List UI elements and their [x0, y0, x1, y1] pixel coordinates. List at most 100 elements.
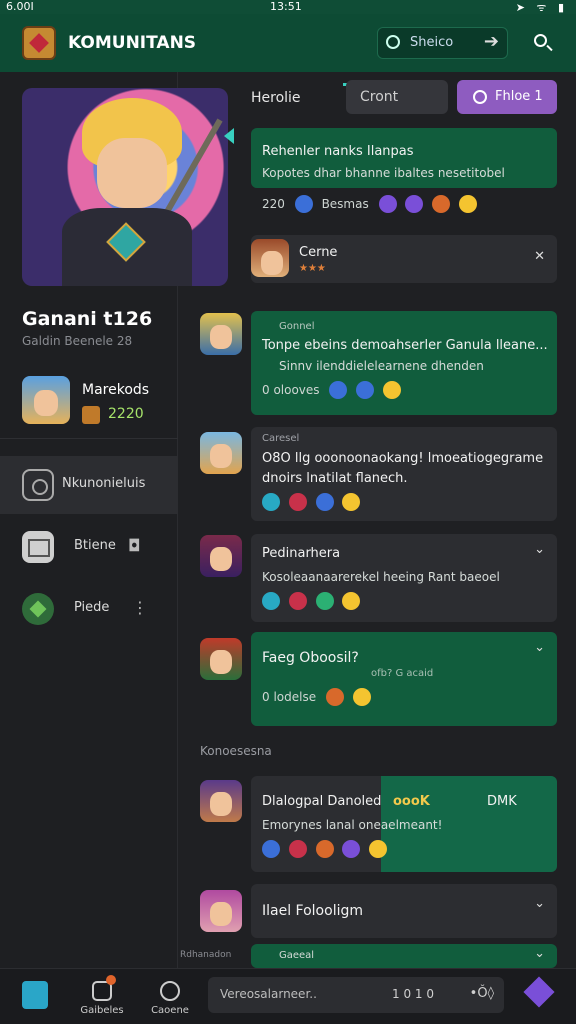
- tab-chests[interactable]: Gaibeles: [72, 975, 132, 1016]
- message-subtext: Sinnv ilenddielelearnene dhenden: [279, 359, 484, 373]
- gem-reaction-icon[interactable]: [378, 195, 397, 213]
- message-card[interactable]: Caresel O8O llg ooonoonaokang! lmoeatiog…: [251, 427, 557, 521]
- sidebar-item-inventory[interactable]: Btiene ◘: [0, 518, 178, 576]
- author-avatar[interactable]: [200, 313, 242, 355]
- message-card[interactable]: Gonnel Tonpe ebeins demoahserler Ganula …: [251, 311, 557, 415]
- notification-badge: [106, 975, 116, 985]
- message-card-partial[interactable]: Gaeeal ⌄: [251, 944, 557, 968]
- laugh-emoji-icon[interactable]: [383, 381, 402, 399]
- composer-counter: 1 0 1 0: [392, 987, 434, 1001]
- more-vertical-icon[interactable]: ⋮: [132, 598, 148, 617]
- fire-reaction-icon[interactable]: [432, 195, 451, 213]
- sidebar-item-label: Piede: [74, 600, 110, 615]
- author-avatar[interactable]: [200, 638, 242, 680]
- reaction-count: 0 lodelse: [262, 690, 317, 704]
- author-avatar[interactable]: [200, 780, 242, 822]
- circle-icon: [160, 981, 180, 1001]
- green-gem-icon: [22, 593, 54, 625]
- chest-icon: [22, 531, 54, 563]
- close-icon[interactable]: ✕: [534, 249, 545, 264]
- filter-icon: [473, 90, 487, 104]
- fire-reaction-icon[interactable]: [325, 688, 344, 706]
- sidebar-item-label: Nkunonieluis: [62, 476, 146, 491]
- gem-reaction-icon[interactable]: [342, 840, 361, 858]
- message-meta: ofb? G acaid: [371, 668, 434, 679]
- chevron-down-icon[interactable]: ⌄: [534, 640, 545, 655]
- section-label: Konoesesna: [200, 744, 272, 758]
- fire-reaction-icon[interactable]: [315, 840, 334, 858]
- heart-reaction-icon[interactable]: [288, 840, 307, 858]
- chevron-down-icon[interactable]: ⌄: [534, 542, 545, 557]
- hero-card[interactable]: Cerne ★★★ ✕: [251, 235, 557, 283]
- reaction-row[interactable]: 0 lodelse: [262, 688, 376, 706]
- message-author: Caresel: [262, 433, 300, 444]
- gem-reaction-icon[interactable]: [315, 493, 334, 511]
- leaf-reaction-icon[interactable]: [315, 592, 334, 610]
- message-title: Dlalogpal Danoled: [262, 794, 382, 809]
- laugh-emoji-icon[interactable]: [459, 195, 478, 213]
- laugh-emoji-icon[interactable]: [369, 840, 388, 858]
- message-card[interactable]: Ilael Folooligm ⌄: [251, 884, 557, 938]
- search-field-text: Sheico: [410, 35, 454, 50]
- laugh-emoji-icon[interactable]: [342, 493, 361, 511]
- message-text-cont: dnoirs lnatilat flanech.: [262, 471, 408, 486]
- chevron-down-icon[interactable]: ⌄: [534, 896, 545, 911]
- reaction-row[interactable]: [262, 592, 365, 610]
- filter-button[interactable]: Fhloe 1: [457, 80, 557, 114]
- home-icon[interactable]: [22, 981, 48, 1009]
- reaction-row[interactable]: 220 Besmas: [262, 195, 482, 213]
- laugh-emoji-icon[interactable]: [352, 688, 371, 706]
- arrow-right-icon[interactable]: ➔: [484, 31, 499, 52]
- laugh-emoji-icon[interactable]: [342, 592, 361, 610]
- orb-reaction-icon[interactable]: [262, 592, 280, 610]
- message-author: Gaeeal: [279, 950, 315, 961]
- gem-reaction-icon[interactable]: [329, 381, 348, 399]
- reaction-row[interactable]: [262, 493, 365, 511]
- gem-reaction-icon[interactable]: [405, 195, 424, 213]
- message-composer[interactable]: Vereosalarneer.. 1 0 1 0 •Ǒ◊: [208, 977, 504, 1013]
- author-avatar[interactable]: [200, 890, 242, 932]
- friend-avatar[interactable]: [22, 376, 70, 424]
- message-card[interactable]: Pedinarhera Kosoleaanaarerekel heeing Ra…: [251, 534, 557, 622]
- reaction-row[interactable]: 0 olooves: [262, 381, 406, 399]
- gem-shop-icon[interactable]: [523, 976, 555, 1008]
- gem-reaction-icon[interactable]: [356, 381, 375, 399]
- reaction-row[interactable]: [262, 840, 392, 858]
- message-title: Faeg Oboosil?: [262, 650, 359, 666]
- author-avatar[interactable]: [200, 535, 242, 577]
- app-logo-icon: [22, 26, 56, 60]
- rank-badge-icon: [82, 406, 100, 424]
- community-search-field[interactable]: Sheico ➔: [377, 27, 508, 59]
- gem-reaction-icon[interactable]: [262, 840, 280, 858]
- friend-name: Marekods: [82, 382, 150, 398]
- section-heroes-label: Herolie: [251, 90, 301, 106]
- heart-reaction-icon[interactable]: [288, 592, 307, 610]
- author-avatar[interactable]: [200, 432, 242, 474]
- message-highlight: oooK: [393, 794, 430, 809]
- user-name: Ganani t126: [22, 308, 153, 330]
- sidebar-item-profile[interactable]: Piede ⋮: [0, 580, 178, 638]
- tab-create[interactable]: Caoene: [140, 975, 200, 1016]
- heart-reaction-icon[interactable]: [294, 195, 313, 213]
- friend-score: 2220: [108, 406, 144, 422]
- sidebar-item-community[interactable]: Nkunonieluis: [0, 456, 178, 514]
- message-card[interactable]: Rehenler nanks Ilanpas Kopotes dhar bhan…: [251, 128, 557, 188]
- status-left: 6.00I: [6, 0, 34, 13]
- reaction-label: Besmas: [321, 197, 369, 211]
- top-bar: KOMUNITANS Sheico ➔: [0, 14, 576, 86]
- heart-reaction-icon[interactable]: [288, 493, 307, 511]
- chevron-down-icon[interactable]: ⌄: [534, 946, 545, 961]
- message-card[interactable]: Faeg Oboosil? ofb? G acaid ⌄ 0 lodelse: [251, 632, 557, 726]
- create-button-label: Cront: [360, 89, 399, 105]
- message-text: Tonpe ebeins demoahserler Ganula lleane.…: [262, 338, 548, 353]
- message-text: Kosoleaanaarerekel heeing Rant baeoel: [262, 570, 500, 584]
- composer-options-icon[interactable]: •Ǒ◊: [470, 986, 494, 1001]
- message-card[interactable]: Dlalogpal Danoled oooK DMK Emorynes lana…: [251, 776, 557, 872]
- create-button[interactable]: Cront: [346, 80, 448, 114]
- orb-reaction-icon[interactable]: [262, 493, 280, 511]
- tab-label: Caoene: [151, 1005, 189, 1016]
- filter-button-label: Fhloe 1: [495, 89, 543, 104]
- hero-avatar-image[interactable]: [22, 88, 228, 286]
- message-author: Gonnel: [279, 321, 315, 332]
- search-icon[interactable]: [532, 32, 554, 54]
